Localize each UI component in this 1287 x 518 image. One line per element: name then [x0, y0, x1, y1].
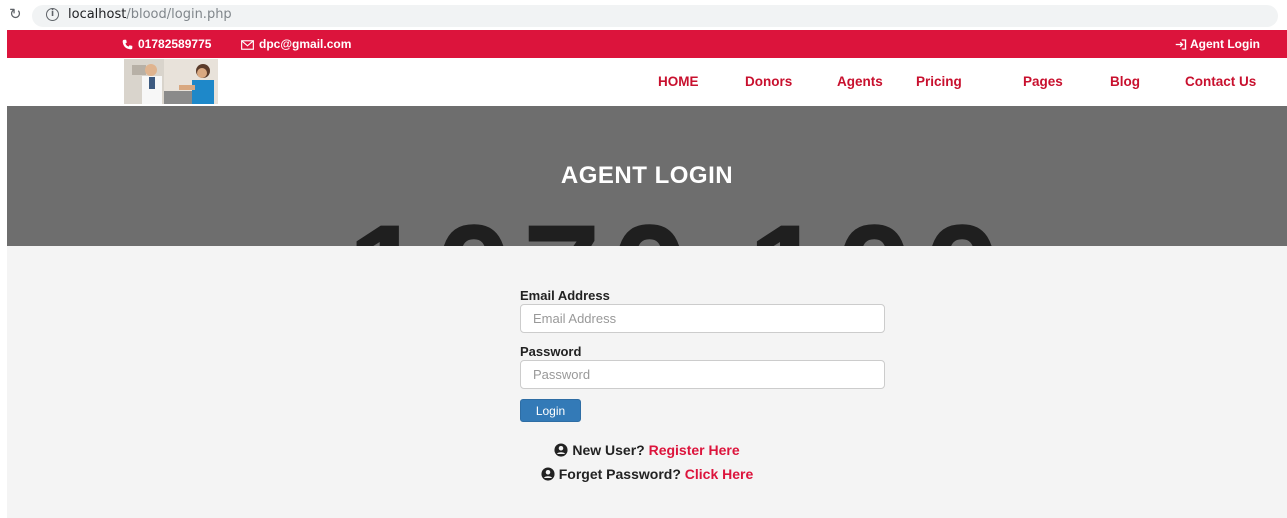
nav-pricing[interactable]: Pricing	[916, 74, 962, 89]
envelope-icon	[241, 40, 254, 50]
nav-contact-us[interactable]: Contact Us	[1185, 74, 1256, 89]
page-title: AGENT LOGIN	[560, 162, 734, 189]
email-input[interactable]	[520, 304, 885, 333]
nav-pages[interactable]: Pages	[1023, 74, 1063, 89]
page-hero: 1070 100 AGENT LOGIN	[7, 106, 1287, 246]
nav-donors[interactable]: Donors	[745, 74, 792, 89]
url-host: localhost	[68, 7, 127, 22]
url-text[interactable]: localhost/blood/login.php	[68, 7, 232, 22]
password-label: Password	[520, 344, 582, 359]
nav-home[interactable]: HOME	[658, 74, 699, 89]
reload-icon[interactable]: ↻	[9, 6, 22, 22]
login-button[interactable]: Login	[520, 399, 581, 422]
agent-login-label: Agent Login	[1190, 37, 1260, 51]
info-icon[interactable]: i	[46, 8, 59, 21]
site-logo[interactable]	[124, 59, 218, 104]
contact-phone: 01782589775	[122, 37, 211, 51]
main-navbar: HOME Donors Agents Pricing Pages Blog Co…	[7, 58, 1287, 106]
agent-login-link[interactable]: Agent Login	[1175, 37, 1260, 51]
url-path: /blood/login.php	[126, 7, 232, 22]
phone-icon	[122, 40, 133, 50]
email-address: dpc@gmail.com	[259, 37, 352, 51]
forget-password-text: Forget Password?	[558, 466, 681, 482]
contact-email: dpc@gmail.com	[241, 37, 351, 51]
register-link[interactable]: Register Here	[649, 442, 740, 458]
forget-line: Forget Password? Click Here	[7, 466, 1287, 482]
sign-in-icon	[1175, 39, 1187, 51]
hero-background-text: 1070 100	[347, 204, 1011, 247]
login-form-section: Email Address Password Login New User? R…	[7, 246, 1287, 518]
user-circle-icon	[541, 467, 555, 481]
email-label: Email Address	[520, 288, 610, 303]
logo-image	[124, 59, 218, 104]
nav-blog[interactable]: Blog	[1110, 74, 1140, 89]
new-user-text: New User?	[572, 442, 645, 458]
forget-password-link[interactable]: Click Here	[685, 466, 753, 482]
nav-agents[interactable]: Agents	[837, 74, 883, 89]
user-circle-icon	[554, 443, 568, 457]
browser-toolbar: ↻ i localhost/blood/login.php	[0, 0, 1287, 30]
phone-number: 01782589775	[138, 37, 212, 51]
top-contact-bar: 01782589775 dpc@gmail.com Agent Login	[7, 30, 1287, 58]
password-input[interactable]	[520, 360, 885, 389]
register-line: New User? Register Here	[7, 442, 1287, 458]
